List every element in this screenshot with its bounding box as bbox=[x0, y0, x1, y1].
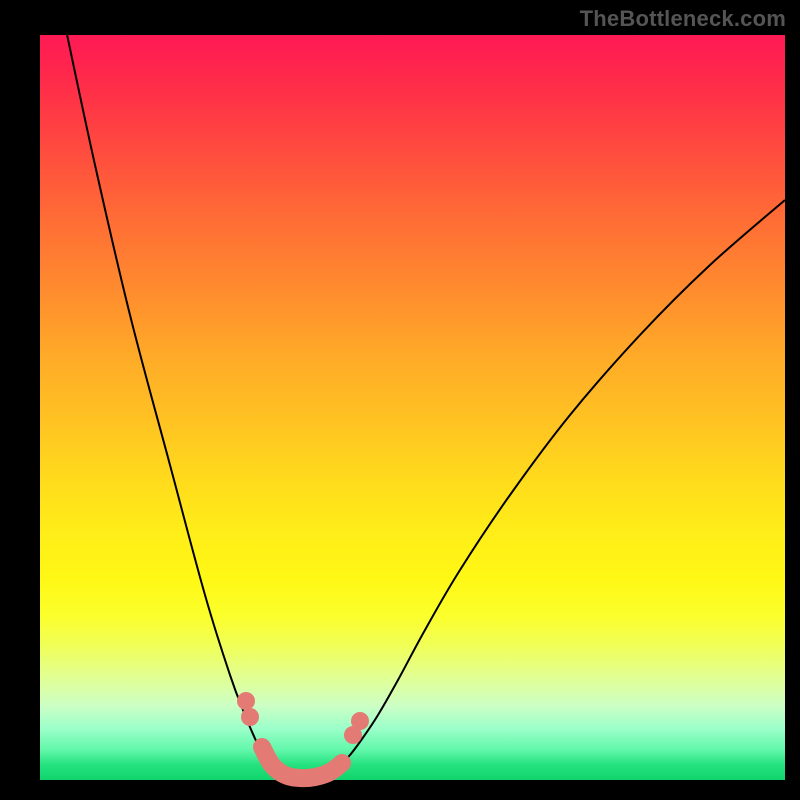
chart-svg-layer bbox=[40, 35, 785, 780]
chart-frame: TheBottleneck.com bbox=[0, 0, 800, 800]
bead-dot bbox=[237, 692, 255, 710]
series-curve bbox=[65, 25, 785, 778]
beads-group bbox=[237, 692, 369, 744]
attribution-label: TheBottleneck.com bbox=[580, 6, 786, 32]
bead-dot bbox=[351, 712, 369, 730]
bead-band bbox=[262, 747, 342, 778]
bead-dot bbox=[241, 708, 259, 726]
